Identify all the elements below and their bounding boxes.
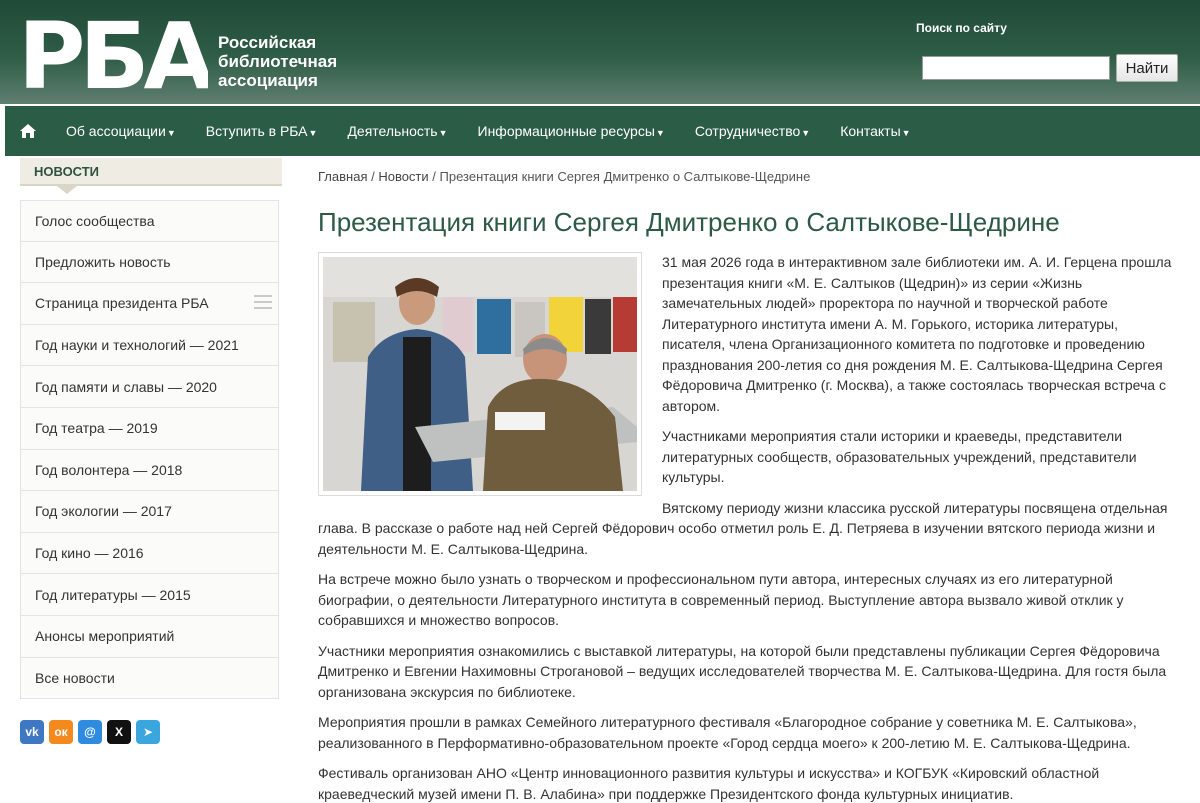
sidebar-item-label: Год науки и технологий — 2021 [35, 337, 239, 354]
sidebar-item-year-2017[interactable]: Год экологии — 2017 [20, 491, 279, 533]
nav-item-resources[interactable]: Информационные ресурсы▼ [463, 106, 680, 156]
sidebar-item-year-2019[interactable]: Год театра — 2019 [20, 407, 279, 450]
nav-item-label: Об ассоциации [66, 123, 166, 139]
odnoklassniki-icon[interactable]: ок [49, 720, 73, 744]
nav-item-cooperation[interactable]: Сотрудничество▼ [680, 106, 825, 156]
article-paragraph: Вятскому периоду жизни классика русской … [318, 499, 1168, 557]
sidebar-item-year-2015[interactable]: Год литературы — 2015 [20, 574, 279, 616]
svg-text:РБА: РБА [18, 10, 208, 94]
nav-item-label: Сотрудничество [694, 123, 801, 139]
search-input[interactable] [922, 56, 1110, 80]
sidebar-item-suggest-news[interactable]: Предложить новость [20, 241, 279, 284]
sidebar-item-label: Голос сообщества [35, 212, 155, 229]
sidebar-item-label: Все новости [35, 669, 115, 686]
article-paragraph: Фестиваль организован АНО «Центр инновац… [318, 765, 1100, 802]
breadcrumb-separator: / [367, 169, 379, 184]
telegram-icon[interactable]: ➤ [136, 720, 160, 744]
vk-icon[interactable]: vk [20, 720, 44, 744]
breadcrumb-news[interactable]: Новости [378, 169, 428, 184]
sidebar-item-year-2018[interactable]: Год волонтера — 2018 [20, 449, 279, 492]
logo-line-1: Российская [218, 33, 317, 52]
caret-down-icon: ▼ [801, 128, 811, 138]
logo-line-3: ассоциация [218, 71, 318, 90]
article-paragraph: Участниками мероприятия стали историки и… [662, 428, 1137, 485]
nav-item-label: Информационные ресурсы [477, 123, 655, 139]
caret-down-icon: ▼ [438, 128, 448, 138]
sidebar-item-label: Год театра — 2019 [35, 420, 158, 437]
article-paragraph: 31 мая 2026 года в интерактивном зале би… [662, 254, 1172, 414]
menu-icon[interactable] [254, 295, 272, 310]
sidebar-item-president-page[interactable]: Страница президента РБА [20, 283, 279, 325]
sidebar-item-year-2021[interactable]: Год науки и технологий — 2021 [20, 324, 279, 367]
x-icon[interactable]: X [107, 720, 131, 744]
nav-item-join[interactable]: Вступить в РБА▼ [191, 106, 333, 156]
nav-item-label: Деятельность [347, 123, 438, 139]
nav-item-contacts[interactable]: Контакты▼ [825, 106, 925, 156]
sidebar-item-label: Год экологии — 2017 [35, 503, 172, 520]
caret-down-icon: ▼ [308, 128, 318, 138]
home-icon [20, 124, 36, 138]
main-nav: Об ассоциации▼ Вступить в РБА▼ Деятельно… [5, 106, 1200, 156]
nav-item-label: Вступить в РБА [205, 123, 308, 139]
moimir-icon[interactable]: @ [78, 720, 102, 744]
sidebar-item-announcements[interactable]: Анонсы мероприятий [20, 615, 279, 658]
rba-logo-mark: РБА [18, 10, 208, 94]
sidebar-item-label: Предложить новость [35, 253, 171, 270]
social-links: vk ок @ X ➤ [20, 720, 160, 744]
sidebar-heading-arrow [57, 186, 77, 194]
sidebar-item-label: Год кино — 2016 [35, 545, 144, 562]
article-paragraph: На встрече можно было узнать о творческо… [318, 571, 1124, 628]
sidebar-menu: Голос сообщества Предложить новость Стра… [20, 200, 279, 700]
sidebar-item-all-news[interactable]: Все новости [20, 657, 279, 700]
sidebar-item-label: Год литературы — 2015 [35, 586, 191, 603]
logo-line-2: библиотечная [218, 52, 338, 71]
sidebar-heading: НОВОСТИ [20, 158, 282, 186]
nav-item-activity[interactable]: Деятельность▼ [332, 106, 462, 156]
breadcrumb: Главная / Новости / Презентация книги Се… [318, 169, 810, 184]
logo-text[interactable]: Российская библиотечная ассоциация [218, 33, 337, 90]
breadcrumb-home[interactable]: Главная [318, 169, 367, 184]
sidebar-item-label: Год памяти и славы — 2020 [35, 378, 217, 395]
breadcrumb-current: Презентация книги Сергея Дмитренко о Сал… [439, 169, 811, 184]
sidebar-item-year-2016[interactable]: Год кино — 2016 [20, 532, 279, 575]
article-body: 31 мая 2026 года в интерактивном зале би… [318, 252, 1180, 803]
caret-down-icon: ▼ [655, 128, 665, 138]
nav-item-label: Контакты [840, 123, 901, 139]
search-button[interactable]: Найти [1116, 54, 1178, 82]
caret-down-icon: ▼ [901, 128, 911, 138]
search-label: Поиск по сайту [916, 21, 1007, 35]
sidebar-item-label: Страница президента РБА [35, 295, 209, 312]
sidebar-item-label: Анонсы мероприятий [35, 628, 175, 645]
article-paragraph: Участники мероприятия ознакомились с выс… [318, 642, 1167, 700]
page-title: Презентация книги Сергея Дмитренко о Сал… [318, 207, 1060, 237]
sidebar-item-community-voice[interactable]: Голос сообщества [20, 200, 279, 242]
sidebar-item-label: Год волонтера — 2018 [35, 461, 183, 478]
site-header: РБА Российская библиотечная ассоциация П… [0, 0, 1200, 104]
caret-down-icon: ▼ [166, 128, 176, 138]
article-paragraph: Мероприятия прошли в рамках Семейного ли… [318, 714, 1137, 751]
breadcrumb-separator: / [428, 169, 440, 184]
home-button[interactable] [5, 106, 51, 156]
sidebar-item-year-2020[interactable]: Год памяти и славы — 2020 [20, 366, 279, 408]
nav-item-about[interactable]: Об ассоциации▼ [51, 106, 191, 156]
